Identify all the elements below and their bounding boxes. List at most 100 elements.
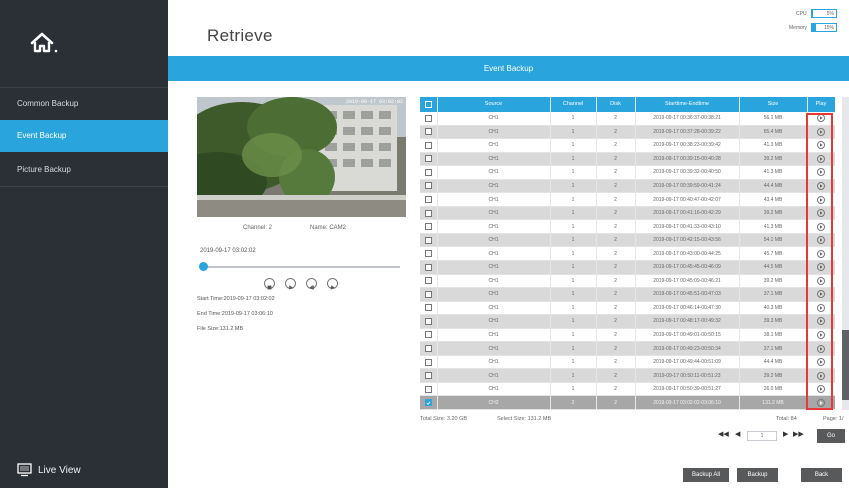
row-play-button[interactable] (817, 236, 825, 245)
table-row[interactable]: CH2 2 2 2019-09-17 03:02:02-03:06:10 131.2 M… (420, 396, 835, 410)
row-play-button[interactable] (817, 249, 825, 258)
row-checkbox[interactable] (425, 399, 432, 407)
row-play-button[interactable] (817, 127, 825, 136)
table-row[interactable]: CH1 1 2 2019-09-17 00:49:44-00:51:09 44.4 MB (420, 356, 835, 370)
column-header-source[interactable]: Source (437, 97, 550, 112)
next-page-button[interactable]: ▶ (783, 430, 788, 438)
row-checkbox[interactable] (425, 372, 432, 380)
total-size: Total Size: 3.20 GB (420, 416, 468, 422)
row-play-button[interactable] (817, 344, 825, 353)
stop-button[interactable] (264, 278, 275, 290)
row-play-button[interactable] (817, 168, 825, 177)
table-row[interactable]: CH1 1 2 2019-09-17 00:40:47-00:42:07 43.4 MB (420, 193, 835, 207)
row-play-button[interactable] (817, 141, 825, 150)
row-checkbox[interactable] (425, 345, 432, 353)
column-header-play[interactable]: Play (807, 97, 835, 112)
table-row[interactable]: CH1 1 2 2019-09-17 00:42:15-00:43:56 54.1 MB (420, 233, 835, 248)
row-checkbox[interactable] (425, 223, 432, 231)
prev-page-button[interactable]: ◀ (735, 430, 740, 438)
row-checkbox[interactable] (425, 155, 432, 163)
playback-progress-track[interactable] (203, 266, 400, 268)
row-play-button[interactable] (817, 358, 825, 367)
row-play-button[interactable] (817, 398, 825, 407)
row-play-button[interactable] (817, 303, 825, 312)
column-header-disk[interactable]: Disk (596, 97, 635, 112)
table-row[interactable]: CH1 1 2 2019-09-17 00:49:23-00:50:34 37.1 MB (420, 342, 835, 356)
table-row[interactable]: CH1 1 2 2019-09-17 00:39:32-00:40:50 41.3 MB (420, 166, 835, 180)
page-number-input[interactable]: 1 (747, 431, 777, 441)
table-row[interactable]: CH1 1 2 2019-09-17 00:48:17-00:49:32 39.3 MB (420, 315, 835, 329)
row-play-button[interactable] (817, 209, 825, 218)
table-row[interactable]: CH1 1 2 2019-09-17 00:43:00-00:44:25 45.7 MB (420, 247, 835, 261)
row-checkbox[interactable] (425, 168, 432, 176)
row-checkbox[interactable] (425, 290, 432, 298)
sidebar-item-picture-backup[interactable]: Picture Backup (0, 154, 168, 186)
slow-button[interactable] (306, 278, 317, 290)
row-play-button[interactable] (817, 263, 825, 272)
playback-progress-handle[interactable] (199, 262, 208, 271)
row-checkbox[interactable] (425, 141, 432, 149)
table-row[interactable]: CH1 1 2 2019-09-17 00:41:33-00:43:10 41.3 MB (420, 220, 835, 234)
row-checkbox[interactable] (425, 250, 432, 258)
column-header-time[interactable]: Starttime-Endtime (635, 97, 739, 112)
table-row[interactable]: CH1 1 2 2019-09-17 00:45:09-00:46:21 39.2 MB (420, 275, 835, 289)
table-row[interactable]: CH1 1 2 2019-09-17 00:50:11-00:51:23 39.2 MB (420, 369, 835, 383)
row-checkbox[interactable] (425, 385, 432, 393)
row-play-button[interactable] (817, 330, 825, 339)
select-all-checkbox[interactable] (425, 101, 432, 108)
row-checkbox[interactable] (425, 304, 432, 312)
play-button[interactable] (285, 278, 296, 290)
fast-button[interactable] (327, 278, 338, 290)
table-row[interactable]: CH1 1 2 2019-09-17 00:46:14-00:47:30 40.3 MB (420, 302, 835, 316)
live-view-button[interactable]: Live View (17, 459, 81, 481)
row-checkbox[interactable] (425, 182, 432, 190)
table-row[interactable]: CH1 1 2 2019-09-17 00:45:51-00:47:03 37.1 MB (420, 288, 835, 302)
cell-time: 2019-09-17 00:50:39-00:51:27 (653, 386, 721, 393)
table-row[interactable]: CH1 1 2 2019-09-17 00:41:16-00:42:29 39.2 MB (420, 206, 835, 221)
row-play-button[interactable] (817, 195, 825, 204)
table-row[interactable]: CH1 1 2 2019-09-17 00:38:23-00:39:42 41.3 MB (420, 139, 835, 153)
row-checkbox[interactable] (425, 263, 432, 271)
row-play-button[interactable] (817, 154, 825, 163)
backup-all-button[interactable]: Backup All (683, 468, 729, 482)
go-button[interactable]: Go (817, 429, 845, 443)
table-row[interactable]: CH1 1 2 2019-09-17 00:36:37-00:38:21 56.1 MB (420, 112, 835, 126)
scrollbar-thumb[interactable] (842, 330, 849, 400)
row-play-button[interactable] (817, 114, 825, 123)
play-icon (820, 346, 823, 351)
row-play-button[interactable] (817, 317, 825, 326)
cell-time: 2019-09-17 00:39:32-00:40:50 (653, 169, 721, 176)
row-checkbox[interactable] (425, 331, 432, 339)
sidebar-item-common-backup[interactable]: Common Backup (0, 88, 168, 120)
backup-button[interactable]: Backup (737, 468, 778, 482)
row-checkbox[interactable] (425, 196, 432, 204)
row-play-button[interactable] (817, 276, 825, 285)
row-checkbox[interactable] (425, 114, 432, 122)
first-page-button[interactable]: ◀◀ (718, 430, 729, 438)
table-row[interactable]: CH1 1 2 2019-09-17 00:37:28-00:39:22 65.4 MB (420, 125, 835, 140)
table-row[interactable]: CH1 1 2 2019-09-17 00:49:01-00:50:15 38.1 MB (420, 329, 835, 343)
row-checkbox[interactable] (425, 209, 432, 217)
cell-checkbox (420, 193, 437, 206)
table-row[interactable]: CH1 1 2 2019-09-17 00:39:15-00:40:28 39.2 MB (420, 152, 835, 167)
column-header-channel[interactable]: Channel (550, 97, 596, 112)
row-checkbox[interactable] (425, 128, 432, 136)
video-preview[interactable]: 2019-09-17 03:02:02 (197, 97, 406, 217)
column-header-size[interactable]: Size (739, 97, 807, 112)
table-row[interactable]: CH1 1 2 2019-09-17 00:39:59-00:41:24 44.4 MB (420, 179, 835, 194)
home-icon[interactable] (30, 32, 58, 54)
table-row[interactable]: CH1 1 2 2019-09-17 00:45:45-00:46:09 44.5 MB (420, 261, 835, 275)
row-checkbox[interactable] (425, 358, 432, 366)
sidebar-item-event-backup[interactable]: Event Backup (0, 120, 168, 152)
row-play-button[interactable] (817, 290, 825, 299)
row-checkbox[interactable] (425, 317, 432, 325)
back-button[interactable]: Back (801, 468, 842, 482)
row-play-button[interactable] (817, 222, 825, 231)
row-checkbox[interactable] (425, 236, 432, 244)
row-play-button[interactable] (817, 181, 825, 190)
last-page-button[interactable]: ▶▶ (793, 430, 804, 438)
row-play-button[interactable] (817, 371, 825, 380)
row-checkbox[interactable] (425, 277, 432, 285)
table-row[interactable]: CH1 1 2 2019-09-17 00:50:39-00:51:27 26.0 MB (420, 383, 835, 397)
row-play-button[interactable] (817, 385, 825, 394)
